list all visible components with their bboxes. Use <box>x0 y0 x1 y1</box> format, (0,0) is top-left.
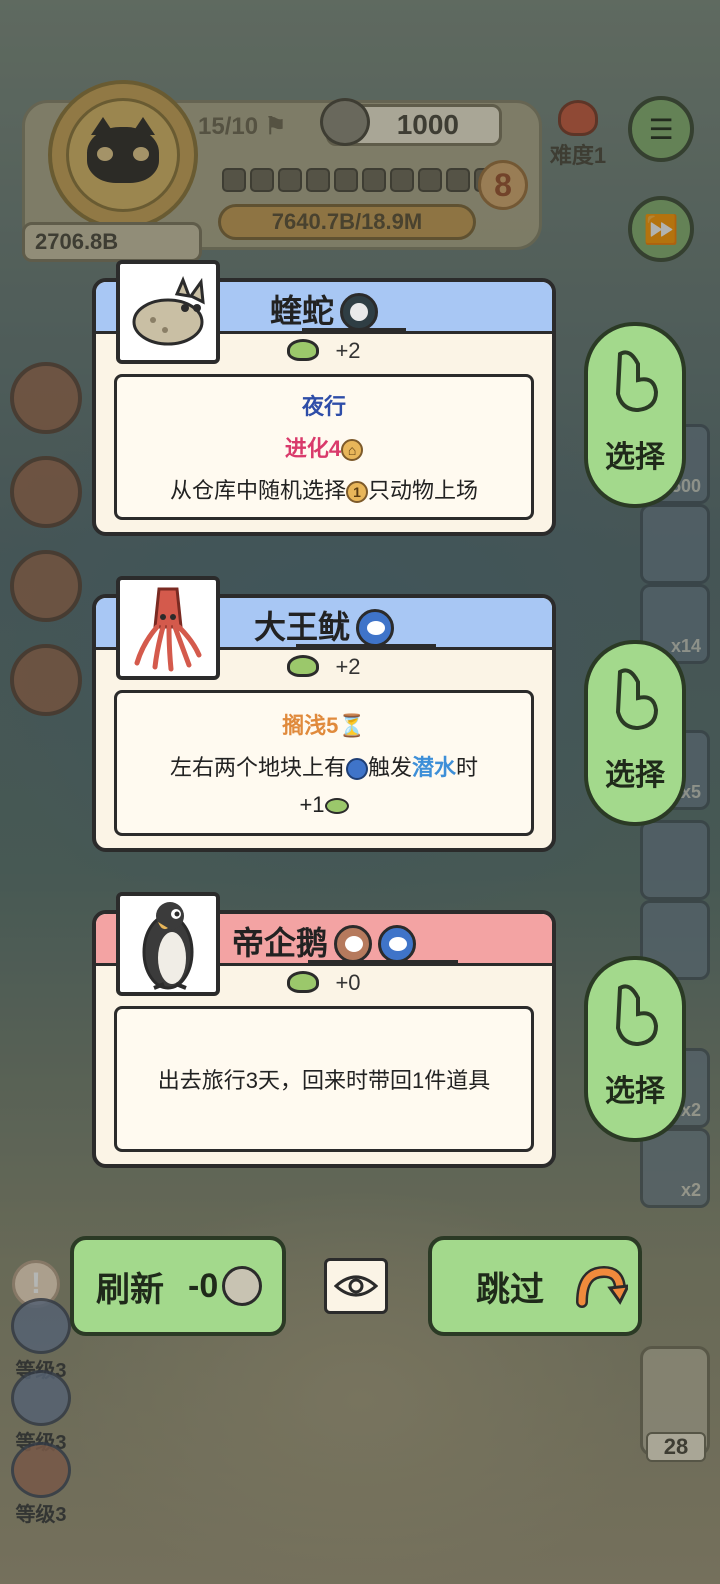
card-description: 出去旅行3天，回来时带回1件道具 <box>114 1006 534 1152</box>
penguin-portrait <box>116 892 220 996</box>
leaf-icon <box>324 798 349 815</box>
night-tag-icon <box>340 292 378 331</box>
leaf-icon <box>287 655 320 678</box>
animal-card-viper: 蝰蛇 +2 夜行 进化4 ⌂ 从仓库中随机选择 1 只动物上场 <box>92 260 556 536</box>
effect-text: 左右两个地块上有 触发潜水时 <box>169 755 479 781</box>
redo-arrow-icon <box>576 1265 628 1308</box>
view-board-button[interactable] <box>324 1258 388 1314</box>
animal-card-emperor-penguin: 帝企鹅 +0 出去旅行3天，回来时带回1件道具 <box>92 892 556 1168</box>
select-button-viper[interactable]: 选择 <box>584 322 686 508</box>
animal-card-giant-squid: 大王鱿 +2 搁浅5⏳ 左右两个地块上有 触发潜水时 +1 <box>92 576 556 852</box>
number-coin-icon: 1 <box>346 481 368 504</box>
refresh-button[interactable]: 刷新 -0 <box>70 1236 286 1336</box>
card-description: 搁浅5⏳ 左右两个地块上有 触发潜水时 +1 <box>114 690 534 836</box>
select-button-emperor-penguin[interactable]: 选择 <box>584 956 686 1142</box>
sea-tag-icon <box>378 924 416 963</box>
select-button-giant-squid[interactable]: 选择 <box>584 640 686 826</box>
eye-icon <box>334 1275 378 1297</box>
effect-text: 出去旅行3天，回来时带回1件道具 <box>157 1068 491 1093</box>
viper-portrait <box>116 260 220 364</box>
evolve-icon: ⌂ <box>341 439 364 462</box>
effect-text: 从仓库中随机选择 1 只动物上场 <box>169 478 479 504</box>
gain-text: +1 <box>299 792 349 818</box>
evolve-text: 进化4 ⌂ <box>285 431 364 463</box>
pointer-hand-icon <box>615 350 659 413</box>
can-icon <box>222 1266 263 1306</box>
card-description: 夜行 进化4 ⌂ 从仓库中随机选择 1 只动物上场 <box>114 374 534 520</box>
sea-icon <box>345 758 368 781</box>
squid-portrait <box>116 576 220 680</box>
pointer-hand-icon <box>615 668 659 731</box>
leaf-icon <box>287 339 320 362</box>
pointer-hand-icon <box>615 984 659 1047</box>
stranded-text: 搁浅5⏳ <box>282 713 366 738</box>
skip-button[interactable]: 跳过 <box>428 1236 642 1336</box>
sea-tag-icon <box>356 608 394 647</box>
bird-tag-icon <box>334 924 372 963</box>
trait-text: 夜行 <box>301 394 346 419</box>
leaf-icon <box>287 971 320 994</box>
